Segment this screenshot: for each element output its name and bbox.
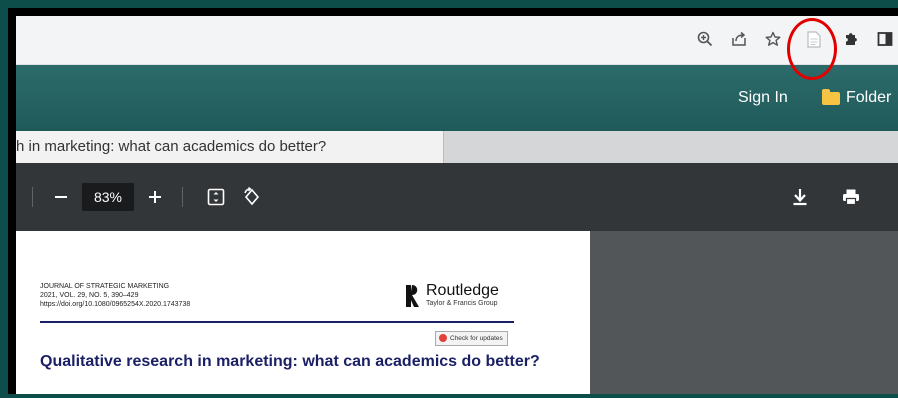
rotate-icon[interactable] <box>240 183 264 211</box>
journal-doi[interactable]: https://doi.org/10.1080/0965254X.2020.17… <box>40 300 190 309</box>
document-icon[interactable] <box>803 28 825 50</box>
sidepanel-icon[interactable] <box>874 28 896 50</box>
routledge-logo: Routledge Taylor & Francis Group <box>406 283 499 308</box>
screenshot-frame: Sign In Folder h in marketing: what can … <box>8 8 898 394</box>
browser-toolbar <box>16 16 898 65</box>
zoom-level-input[interactable]: 83% <box>82 183 134 211</box>
routledge-mark-icon <box>406 284 419 307</box>
pdf-page: JOURNAL OF STRATEGIC MARKETING 2021, VOL… <box>16 231 590 394</box>
journal-volume: 2021, VOL. 29, NO. 5, 390–429 <box>40 292 139 299</box>
site-header: Sign In Folder <box>16 65 898 131</box>
check-updates-button[interactable]: Check for updates <box>435 331 508 346</box>
document-tab[interactable]: h in marketing: what can academics do be… <box>16 131 444 163</box>
zoom-in-button[interactable] <box>144 183 166 211</box>
journal-name: JOURNAL OF STRATEGIC MARKETING <box>40 283 170 290</box>
toolbar-divider <box>32 187 33 207</box>
fit-to-page-icon[interactable] <box>204 183 228 211</box>
download-icon[interactable] <box>788 183 812 211</box>
journal-meta: JOURNAL OF STRATEGIC MARKETING 2021, VOL… <box>40 282 190 309</box>
star-icon[interactable] <box>762 28 784 50</box>
print-icon[interactable] <box>838 183 864 211</box>
publisher-name: Routledge <box>426 282 499 299</box>
paper-title: Qualitative research in marketing: what … <box>40 353 540 370</box>
sign-in-link[interactable]: Sign In <box>738 89 788 107</box>
toolbar-divider <box>182 187 183 207</box>
publisher-group: Taylor & Francis Group <box>426 300 498 307</box>
browser-window: Sign In Folder h in marketing: what can … <box>16 16 898 394</box>
share-icon[interactable] <box>728 28 750 50</box>
folder-icon <box>822 88 840 105</box>
folder-link[interactable]: Folder <box>822 88 892 107</box>
document-tab-strip: h in marketing: what can academics do be… <box>16 131 898 163</box>
header-rule <box>40 321 514 323</box>
zoom-icon[interactable] <box>694 28 716 50</box>
extensions-icon[interactable] <box>840 28 862 50</box>
folder-label: Folder <box>846 89 892 106</box>
zoom-out-button[interactable] <box>50 183 72 211</box>
pdf-toolbar: 83% <box>16 163 898 231</box>
pdf-viewer[interactable]: JOURNAL OF STRATEGIC MARKETING 2021, VOL… <box>16 231 898 394</box>
